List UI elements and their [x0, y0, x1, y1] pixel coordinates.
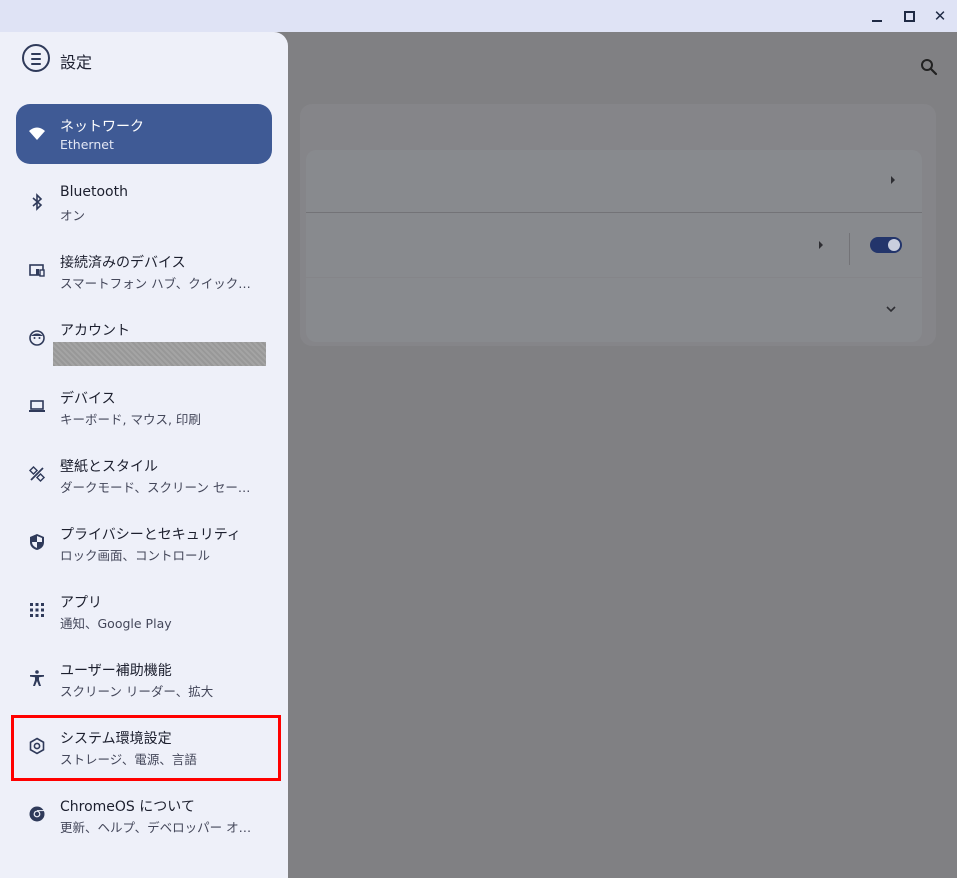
maximize-icon: [904, 11, 915, 22]
sidebar-item-account[interactable]: アカウント: [16, 308, 272, 368]
sidebar-item-sublabel: Ethernet: [60, 137, 114, 152]
chrome-icon: [29, 806, 45, 822]
connected-devices-icon: [29, 264, 45, 277]
sidebar-item-label: ユーザー補助機能: [60, 663, 172, 679]
minimize-icon: [872, 20, 882, 22]
maximize-button[interactable]: [899, 6, 919, 26]
sidebar-item-label: プライバシーとセキュリティ: [60, 527, 241, 543]
minimize-button[interactable]: [867, 6, 887, 26]
sidebar-item-sublabel: スマートフォン ハブ、クイック…: [60, 276, 251, 291]
sidebar-item-about-chromeos[interactable]: ChromeOS について 更新、ヘルプ、デベロッパー オ…: [16, 784, 272, 844]
sidebar-item-label: ネットワーク: [60, 119, 144, 135]
menu-icon-line: [31, 58, 41, 60]
sidebar-item-label: 接続済みのデバイス: [60, 255, 186, 271]
close-button[interactable]: ✕: [930, 6, 950, 26]
sidebar-item-label: デバイス: [60, 391, 116, 407]
sidebar-item-sublabel: スクリーン リーダー、拡大: [60, 684, 214, 699]
network-row-ethernet[interactable]: [306, 150, 922, 212]
menu-button[interactable]: [22, 44, 50, 72]
apps-grid-icon: [30, 603, 44, 617]
sidebar-item-label: Bluetooth: [60, 184, 128, 200]
shield-icon: [30, 534, 44, 550]
sidebar-item-device[interactable]: デバイス キーボード, マウス, 印刷: [16, 376, 272, 436]
wifi-icon: [29, 127, 45, 140]
menu-icon-line: [31, 53, 41, 55]
accessibility-icon: [30, 670, 44, 686]
network-row-add-connection[interactable]: [306, 278, 922, 342]
sidebar-item-sublabel: 更新、ヘルプ、デベロッパー オ…: [60, 820, 252, 835]
menu-icon-line: [31, 63, 41, 65]
redacted-account-email: [53, 342, 266, 366]
arrow-right-icon: [819, 241, 823, 249]
vertical-separator: [849, 233, 850, 265]
sidebar-item-accessibility[interactable]: ユーザー補助機能 スクリーン リーダー、拡大: [16, 648, 272, 708]
sidebar-item-sublabel: オン: [60, 208, 86, 223]
close-icon: ✕: [933, 7, 947, 25]
sidebar-item-sublabel: 通知、Google Play: [60, 616, 172, 631]
bluetooth-icon: [32, 193, 43, 211]
account-face-icon: [29, 330, 45, 346]
sidebar-item-sublabel: ロック画面、コントロール: [60, 548, 211, 563]
sidebar-item-sublabel: ストレージ、電源、言語: [60, 752, 197, 767]
sidebar-item-system-preferences[interactable]: システム環境設定 ストレージ、電源、言語: [16, 716, 272, 776]
sidebar-item-sublabel: キーボード, マウス, 印刷: [60, 412, 201, 427]
sidebar-item-apps[interactable]: アプリ 通知、Google Play: [16, 580, 272, 640]
sidebar-item-network[interactable]: ネットワーク Ethernet: [16, 104, 272, 164]
title-bar: ✕: [0, 0, 957, 32]
sidebar-item-label: アプリ: [60, 595, 102, 611]
sidebar-item-connected-devices[interactable]: 接続済みのデバイス スマートフォン ハブ、クイック…: [16, 240, 272, 300]
palette-icon: [28, 465, 46, 483]
network-row-wifi[interactable]: [306, 213, 922, 277]
sidebar-item-label: ChromeOS について: [60, 799, 195, 815]
chevron-down-icon[interactable]: [885, 303, 897, 315]
wifi-toggle[interactable]: [870, 237, 902, 253]
laptop-icon: [29, 400, 45, 412]
toggle-knob: [888, 239, 900, 251]
sidebar-item-bluetooth[interactable]: Bluetooth オン: [16, 172, 272, 232]
sidebar-item-wallpaper[interactable]: 壁紙とスタイル ダークモード、スクリーン セー…: [16, 444, 272, 504]
sidebar-item-sublabel: ダークモード、スクリーン セー…: [60, 480, 251, 495]
search-icon: [921, 59, 938, 76]
arrow-right-icon: [891, 176, 895, 184]
settings-gear-icon: [29, 737, 45, 755]
search-button[interactable]: [918, 56, 940, 78]
drawer-title: 設定: [60, 53, 93, 72]
sidebar-item-label: アカウント: [60, 323, 130, 339]
sidebar-item-label: 壁紙とスタイル: [60, 459, 158, 475]
sidebar-item-privacy[interactable]: プライバシーとセキュリティ ロック画面、コントロール: [16, 512, 272, 572]
sidebar-item-label: システム環境設定: [60, 731, 172, 747]
